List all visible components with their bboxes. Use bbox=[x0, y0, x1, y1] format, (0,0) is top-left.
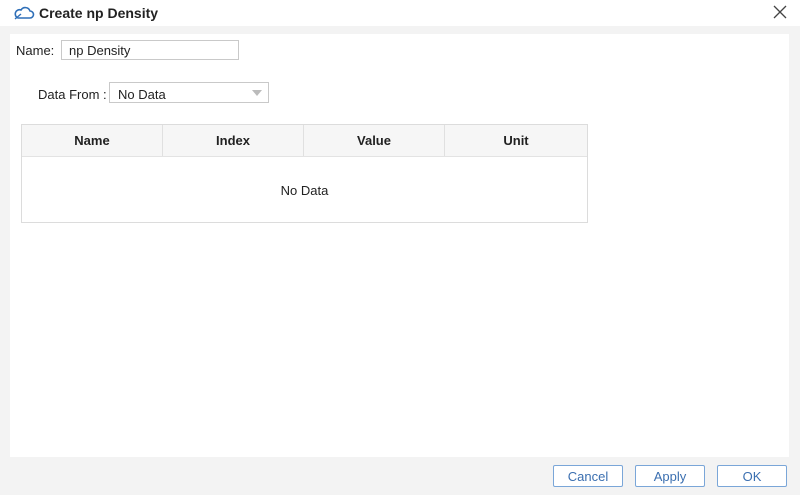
title-bar: Create np Density bbox=[0, 0, 800, 26]
data-table: Name Index Value Unit No Data bbox=[21, 124, 588, 223]
close-icon[interactable] bbox=[770, 2, 790, 22]
column-header-unit[interactable]: Unit bbox=[445, 125, 587, 156]
cloud-icon bbox=[13, 5, 35, 21]
dialog-title: Create np Density bbox=[39, 5, 159, 21]
column-header-index[interactable]: Index bbox=[163, 125, 304, 156]
apply-button[interactable]: Apply bbox=[635, 465, 705, 487]
name-label: Name: bbox=[16, 43, 55, 58]
column-header-value[interactable]: Value bbox=[304, 125, 445, 156]
cancel-button[interactable]: Cancel bbox=[553, 465, 623, 487]
chevron-down-icon bbox=[252, 90, 262, 96]
ok-button[interactable]: OK bbox=[717, 465, 787, 487]
data-from-value: No Data bbox=[118, 87, 166, 102]
data-from-select[interactable]: No Data bbox=[109, 82, 269, 103]
column-header-name[interactable]: Name bbox=[22, 125, 163, 156]
name-input[interactable] bbox=[61, 40, 239, 60]
table-header: Name Index Value Unit bbox=[22, 125, 587, 157]
data-from-label: Data From : bbox=[38, 87, 107, 102]
empty-message: No Data bbox=[280, 183, 329, 198]
